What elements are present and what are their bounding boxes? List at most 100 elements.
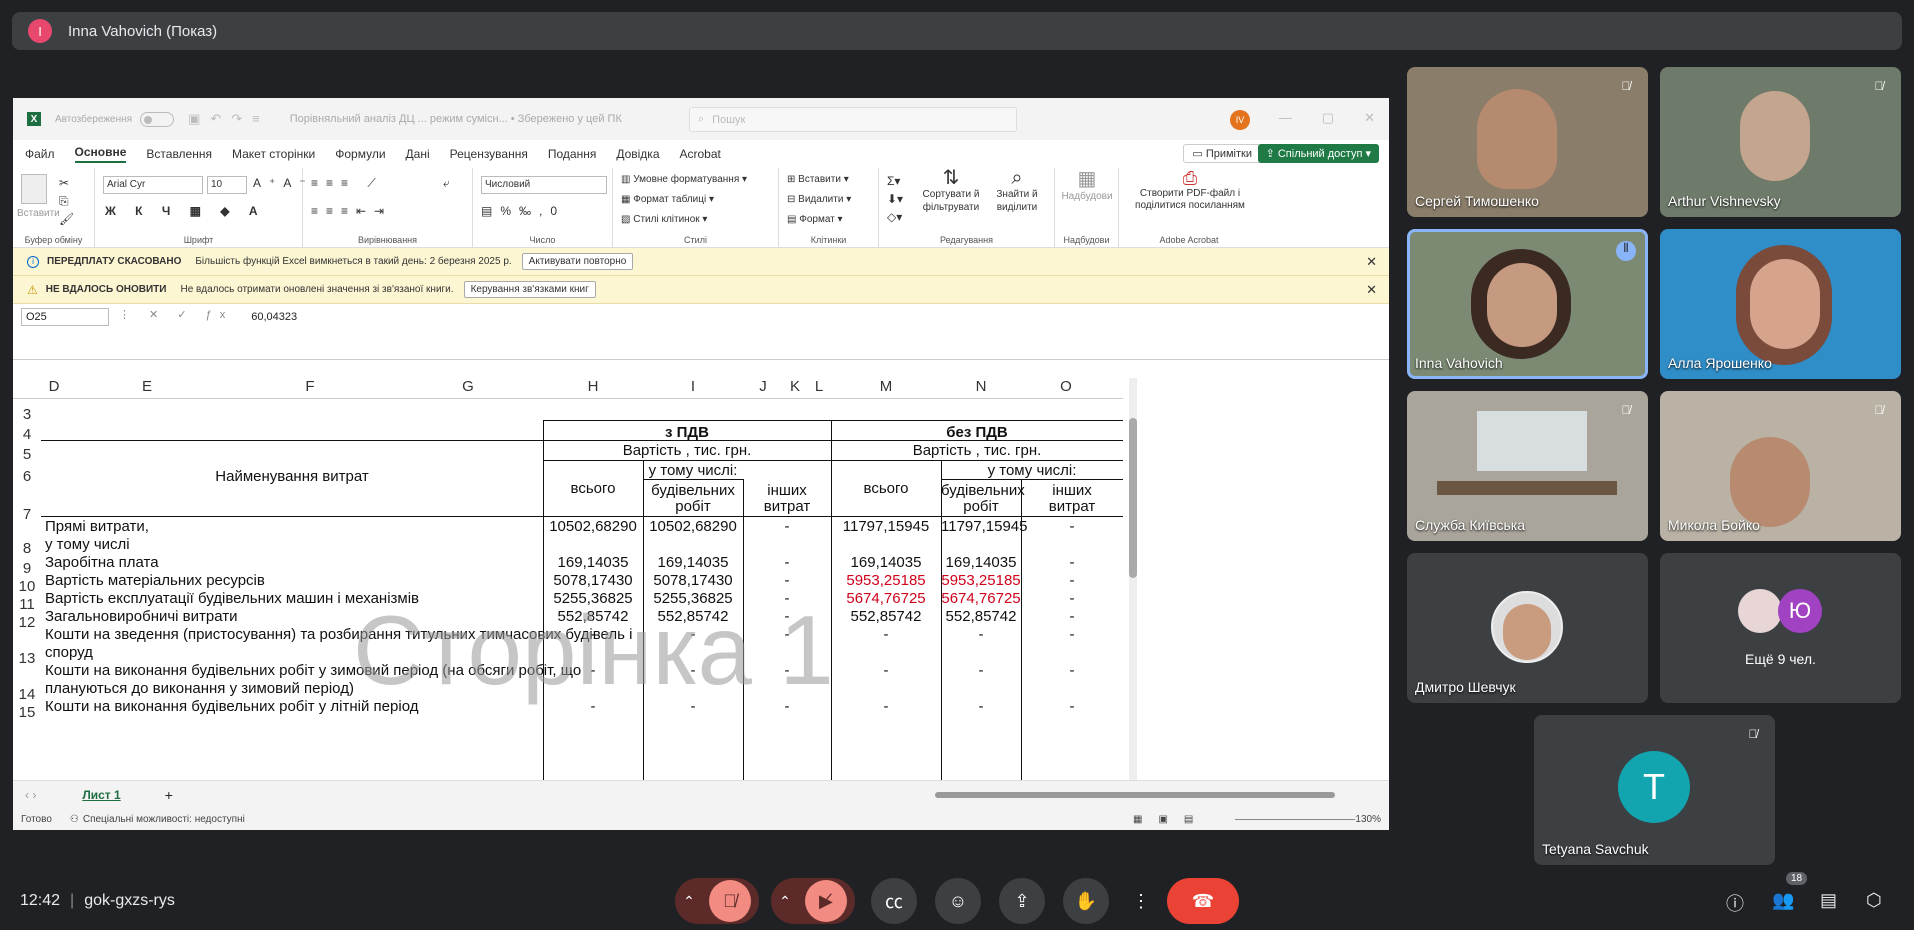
header-other[interactable]: витрат: [1021, 498, 1123, 515]
row-label[interactable]: Прямі витрати,: [45, 518, 149, 535]
editing-icons[interactable]: Σ▾ ⬇▾ ◇▾: [887, 172, 903, 226]
present-button[interactable]: ⇪: [999, 878, 1045, 924]
table-cell[interactable]: -: [743, 554, 831, 571]
delete-cells-button[interactable]: ⊟ Видалити ▾: [787, 194, 851, 205]
sort-filter-button[interactable]: ⇅ Сортувати й фільтрувати: [919, 168, 983, 214]
scroll-thumb[interactable]: [1129, 418, 1137, 578]
chevron-up-icon[interactable]: ⌃: [779, 893, 791, 910]
header-other[interactable]: інших: [743, 482, 831, 499]
tab-file[interactable]: Файл: [25, 147, 55, 161]
row-label-continued[interactable]: плануються до виконання у зимовий період…: [45, 680, 354, 697]
row-header[interactable]: 3: [13, 406, 41, 423]
raise-hand-button[interactable]: ✋: [1063, 878, 1109, 924]
row-header[interactable]: 15: [13, 704, 41, 721]
header-incl[interactable]: у тому числі:: [941, 462, 1123, 479]
header-costs-name[interactable]: Найменування витрат: [41, 468, 543, 485]
row-label[interactable]: у тому числі: [45, 536, 130, 553]
table-cell[interactable]: 169,14035: [941, 554, 1021, 571]
header-total[interactable]: всього: [831, 480, 941, 497]
row-label-continued[interactable]: споруд: [45, 644, 93, 661]
table-cell[interactable]: -: [1021, 572, 1123, 589]
info-icon[interactable]: ⓘ: [1726, 890, 1744, 916]
col-header[interactable]: K: [783, 378, 807, 396]
zoom-level[interactable]: 130%: [1355, 814, 1381, 825]
table-cell[interactable]: 10502,68290: [643, 518, 743, 535]
table-cell[interactable]: -: [1021, 518, 1123, 535]
header-with-vat[interactable]: з ПДВ: [543, 424, 831, 441]
row-label[interactable]: Загальновиробничі витрати: [45, 608, 238, 625]
format-cells-button[interactable]: ▤ Формат ▾: [787, 214, 843, 225]
row-header[interactable]: 8: [13, 540, 41, 557]
tab-page-layout[interactable]: Макет сторінки: [232, 147, 315, 161]
vertical-scrollbar[interactable]: [1129, 378, 1137, 780]
paste-label[interactable]: Вставити: [17, 208, 60, 219]
maximize-icon[interactable]: ▢: [1322, 110, 1334, 126]
table-cell[interactable]: 169,14035: [831, 554, 941, 571]
tab-help[interactable]: Довідка: [616, 147, 659, 161]
close-icon[interactable]: ✕: [1364, 110, 1375, 126]
format-as-table-button[interactable]: ▦ Формат таблиці ▾: [621, 194, 714, 205]
row-header[interactable]: 9: [13, 560, 41, 577]
tab-acrobat[interactable]: Acrobat: [680, 147, 721, 161]
tab-review[interactable]: Рецензування: [450, 147, 528, 161]
col-header[interactable]: O: [1021, 378, 1111, 396]
participant-tile[interactable]: 🎙̸ Arthur Vishnevsky: [1660, 67, 1901, 217]
table-cell[interactable]: -: [1021, 662, 1123, 679]
addins-button[interactable]: ▦ Надбудови: [1059, 169, 1115, 204]
col-header[interactable]: M: [831, 378, 941, 396]
participant-tile[interactable]: T 🎙̸ Tetyana Savchuk: [1534, 715, 1775, 865]
camera-toggle-button[interactable]: ⌃ ▶̸: [771, 878, 855, 924]
row-header[interactable]: 4: [13, 426, 41, 443]
camera-off-icon[interactable]: ▶̸: [804, 880, 847, 922]
table-cell[interactable]: 169,14035: [643, 554, 743, 571]
tab-data[interactable]: Дані: [406, 147, 430, 161]
participant-tile[interactable]: 🎙̸ Сергей Тимошенко: [1407, 67, 1648, 217]
excel-search-box[interactable]: ⌕ Пошук: [689, 107, 1017, 132]
share-button[interactable]: ⇪ Спільний доступ ▾: [1257, 144, 1379, 163]
user-avatar[interactable]: IV: [1230, 110, 1250, 130]
table-cell[interactable]: 5078,17430: [543, 572, 643, 589]
manage-links-button[interactable]: Керування зв'язками книг: [463, 281, 596, 298]
header-build[interactable]: робіт: [941, 498, 1021, 515]
table-cell[interactable]: 552,85742: [831, 608, 941, 625]
table-cell[interactable]: -: [831, 698, 941, 715]
mic-toggle-button[interactable]: ⌃ 🎙̸: [675, 878, 759, 924]
insert-cells-button[interactable]: ⊞ Вставити ▾: [787, 174, 849, 185]
close-icon[interactable]: ✕: [1366, 282, 1377, 298]
col-header[interactable]: J: [743, 378, 783, 396]
table-cell[interactable]: -: [941, 662, 1021, 679]
header-other[interactable]: інших: [1021, 482, 1123, 499]
col-header[interactable]: D: [41, 378, 67, 396]
table-cell[interactable]: -: [743, 518, 831, 535]
font-size-select[interactable]: 10: [207, 176, 247, 194]
header-other[interactable]: витрат: [743, 498, 831, 515]
col-header[interactable]: G: [393, 378, 543, 396]
chat-icon[interactable]: ▤: [1820, 890, 1837, 911]
table-cell[interactable]: 5953,25185: [941, 572, 1021, 589]
table-cell[interactable]: -: [831, 626, 941, 643]
notes-button[interactable]: ▭ Примітки: [1183, 144, 1261, 163]
chevron-up-icon[interactable]: ⌃: [683, 893, 695, 910]
participant-tile[interactable]: Алла Ярошенко: [1660, 229, 1901, 379]
participant-tile[interactable]: 🎙̸ Служба Київська: [1407, 391, 1648, 541]
number-format-icons[interactable]: ▤%‰,0: [481, 204, 565, 218]
header-cost[interactable]: Вартість , тис. грн.: [543, 442, 831, 459]
table-cell[interactable]: -: [1021, 626, 1123, 643]
table-cell[interactable]: -: [1021, 554, 1123, 571]
captions-button[interactable]: ㏄: [871, 878, 917, 924]
close-icon[interactable]: ✕: [1366, 254, 1377, 270]
quick-access-icons[interactable]: ▣↶↷≡: [188, 111, 270, 127]
table-cell[interactable]: 169,14035: [543, 554, 643, 571]
row-header[interactable]: 13: [13, 650, 41, 667]
participant-tile[interactable]: Дмитро Шевчук: [1407, 553, 1648, 703]
zoom-slider[interactable]: [1235, 819, 1355, 820]
mic-off-icon[interactable]: 🎙̸: [708, 880, 751, 922]
more-participants-tile[interactable]: Ю Ещё 9 чел.: [1660, 553, 1901, 703]
reactions-button[interactable]: ☺: [935, 878, 981, 924]
find-select-button[interactable]: ⌕ Знайти й виділити: [985, 168, 1049, 214]
number-format-select[interactable]: Числовий: [481, 176, 607, 194]
row-header[interactable]: 7: [13, 506, 41, 523]
formula-input[interactable]: 60,04323: [251, 308, 297, 323]
font-style-icons[interactable]: Ж К Ч ▦ ◆ A: [105, 204, 266, 218]
col-header[interactable]: N: [941, 378, 1021, 396]
